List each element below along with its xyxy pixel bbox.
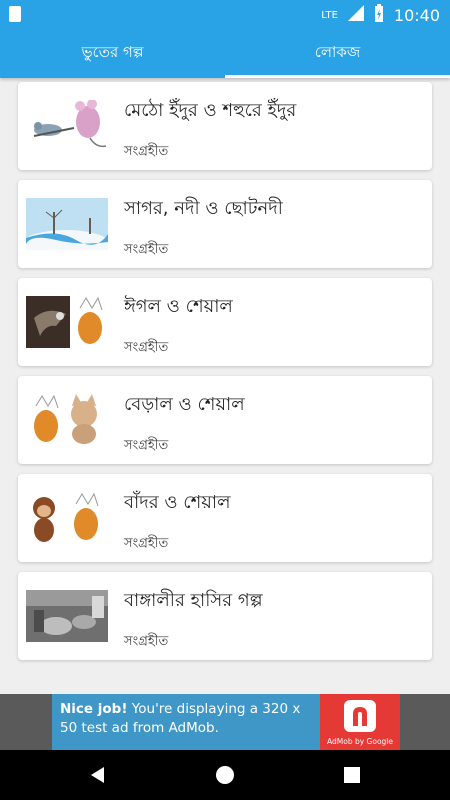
tab-ghost-stories[interactable]: ভুতের গল্প — [0, 28, 225, 78]
story-title: ঈগল ও শেয়াল — [124, 296, 233, 317]
cat-fox-thumbnail — [26, 394, 108, 446]
status-bar: LTE 10:40 — [0, 0, 450, 28]
story-card[interactable]: বাঙ্গালীর হাসির গল্প সংগ্রহীত — [18, 572, 432, 660]
recents-icon[interactable] — [342, 765, 362, 785]
story-author: সংগ্রহীত — [124, 634, 169, 649]
story-card[interactable]: ঈগল ও শেয়াল সংগ্রহীত — [18, 278, 432, 366]
network-type: LTE — [321, 9, 338, 21]
tab-label: লোকজ — [314, 42, 361, 61]
admob-logo-icon — [344, 700, 376, 732]
tab-folk[interactable]: লোকজ — [225, 28, 450, 78]
monkey-fox-thumbnail — [26, 492, 108, 544]
sd-card-icon — [9, 6, 21, 22]
story-title: সাগর, নদী ও ছোটনদী — [124, 198, 283, 219]
story-title: বাঙ্গালীর হাসির গল্প — [124, 590, 263, 611]
snow-river-thumbnail — [26, 198, 108, 250]
mouse-thumbnail — [26, 100, 108, 152]
back-icon[interactable] — [88, 765, 108, 785]
story-author: সংগ্রহীত — [124, 438, 169, 453]
story-author: সংগ্রহীত — [124, 242, 169, 257]
story-title: বাঁদর ও শেয়াল — [124, 492, 231, 513]
story-card[interactable]: বেড়াল ও শেয়াল সংগ্রহীত — [18, 376, 432, 464]
story-card[interactable]: সাগর, নদী ও ছোটনদী সংগ্রহীত — [18, 180, 432, 268]
story-author: সংগ্রহীত — [124, 340, 169, 355]
battery-icon — [374, 4, 384, 26]
signal-icon — [347, 5, 364, 25]
story-card[interactable]: বাঁদর ও শেয়াল সংগ্রহীত — [18, 474, 432, 562]
tab-bar: ভুতের গল্প লোকজ — [0, 28, 450, 78]
ad-badge-caption: AdMob by Google — [327, 737, 393, 746]
clock: 10:40 — [393, 5, 440, 25]
story-title: বেড়াল ও শেয়াল — [124, 394, 245, 415]
navigation-bar — [0, 750, 450, 800]
story-author: সংগ্রহীত — [124, 144, 169, 159]
home-icon[interactable] — [215, 765, 235, 785]
story-author: সংগ্রহীত — [124, 536, 169, 551]
eagle-fox-thumbnail — [26, 296, 108, 348]
ad-text: Nice job! You're displaying a 320 x 50 t… — [52, 694, 320, 750]
tab-label: ভুতের গল্প — [81, 42, 144, 61]
ad-headline: Nice job! — [60, 701, 128, 717]
story-card[interactable]: মেঠো ইঁদুর ও শহুরে ইঁদুর সংগ্রহীত — [18, 82, 432, 170]
story-list[interactable]: মেঠো ইঁদুর ও শহুরে ইঁদুর সংগ্রহীত সাগর, … — [0, 78, 450, 691]
admob-badge[interactable]: AdMob by Google — [320, 694, 400, 750]
ad-content[interactable]: Nice job! You're displaying a 320 x 50 t… — [52, 694, 400, 750]
story-title: মেঠো ইঁদুর ও শহুরে ইঁদুর — [124, 100, 297, 121]
photo-thumbnail — [26, 590, 108, 642]
ad-banner[interactable]: Nice job! You're displaying a 320 x 50 t… — [0, 694, 450, 750]
